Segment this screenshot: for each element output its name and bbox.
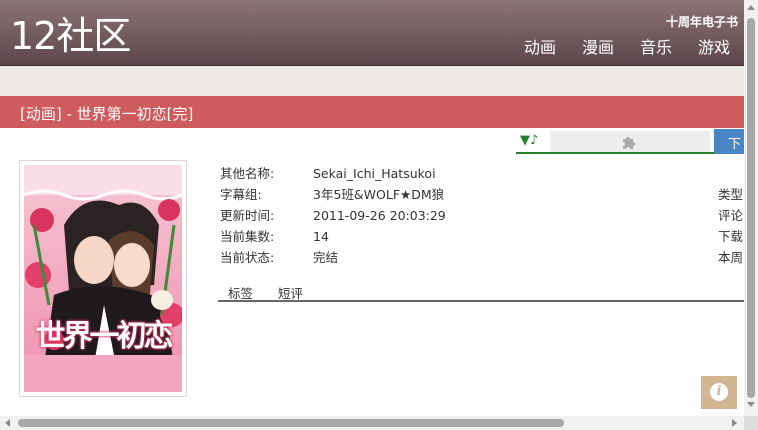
plugin-placeholder[interactable] xyxy=(550,131,710,152)
side-label-downloads: 下载 xyxy=(718,229,744,244)
vertical-scrollbar[interactable] xyxy=(744,0,758,430)
nav-item-anime[interactable]: 动画 xyxy=(524,38,556,58)
anniversary-ebook-link[interactable]: 十周年电子书 xyxy=(666,13,738,30)
info-icon: i xyxy=(710,383,728,401)
music-toggle-icon[interactable]: ▼♪ xyxy=(520,133,538,148)
puzzle-piece-icon xyxy=(623,137,635,149)
tab-tags[interactable]: 标签 xyxy=(228,283,253,302)
side-stats-column: 类型 评论 下载 本周 xyxy=(718,184,743,268)
detail-value: Sekai_Ichi_Hatsukoi xyxy=(313,166,436,181)
nav-item-comics[interactable]: 漫画 xyxy=(582,38,614,58)
horizontal-scrollbar[interactable] xyxy=(0,416,744,430)
detail-value: 2011-09-26 20:03:29 xyxy=(313,208,446,223)
detail-row-status: 当前状态: 完结 xyxy=(220,247,740,268)
cover-title: 世界一初恋 xyxy=(35,319,174,354)
detail-row-subgroup: 字幕组: 3年5班&WOLF★DM狼 xyxy=(220,184,740,205)
detail-value[interactable]: 3年5班&WOLF★DM狼 xyxy=(313,184,444,205)
site-logo[interactable]: 12社区 xyxy=(10,14,131,58)
horizontal-scroll-thumb[interactable] xyxy=(18,419,564,427)
page-title-bar: [动画] - 世界第一初恋[完] xyxy=(0,96,744,128)
cover-art xyxy=(24,165,182,392)
download-button-label: 下 xyxy=(728,137,742,152)
detail-label: 字幕组: xyxy=(220,187,262,202)
tab-short-reviews[interactable]: 短评 xyxy=(278,283,303,302)
site-header: 12社区 十周年电子书 动画 漫画 音乐 游戏 xyxy=(0,0,744,66)
side-label-this-week: 本周 xyxy=(718,250,744,265)
scroll-down-arrow-icon[interactable] xyxy=(747,402,755,407)
detail-label: 更新时间: xyxy=(220,208,275,223)
detail-value: 14 xyxy=(313,229,329,244)
detail-row-updated: 更新时间: 2011-09-26 20:03:29 xyxy=(220,205,740,226)
detail-list: 其他名称: Sekai_Ichi_Hatsukoi 字幕组: 3年5班&WOLF… xyxy=(220,163,740,268)
download-button[interactable]: 下 xyxy=(714,129,744,154)
vertical-scroll-thumb[interactable] xyxy=(747,18,755,398)
scrollbar-corner xyxy=(744,416,758,430)
detail-label: 当前状态: xyxy=(220,250,275,265)
nav-item-music[interactable]: 音乐 xyxy=(640,38,672,58)
main-nav: 动画 漫画 音乐 游戏 xyxy=(524,38,730,58)
scroll-right-arrow-icon[interactable] xyxy=(732,419,737,427)
header-band xyxy=(0,66,744,96)
detail-row-episodes: 当前集数: 14 xyxy=(220,226,740,247)
nav-item-games[interactable]: 游戏 xyxy=(698,38,730,58)
anime-cover-image: 世界一初恋 xyxy=(19,160,187,397)
music-player: ▼♪ xyxy=(516,131,714,154)
side-label-type: 类型 xyxy=(718,187,744,202)
detail-row-alt-name: 其他名称: Sekai_Ichi_Hatsukoi xyxy=(220,163,740,184)
detail-label: 其他名称: xyxy=(220,166,275,181)
content-tabs: 标签 短评 xyxy=(218,282,744,302)
side-label-comments: 评论 xyxy=(718,208,744,223)
info-button[interactable]: i xyxy=(701,376,737,409)
scroll-up-arrow-icon[interactable] xyxy=(747,5,755,10)
scroll-left-arrow-icon[interactable] xyxy=(5,419,10,427)
page-title: [动画] - 世界第一初恋[完] xyxy=(20,105,194,123)
detail-label: 当前集数: xyxy=(220,229,275,244)
detail-value: 完结 xyxy=(313,250,339,265)
